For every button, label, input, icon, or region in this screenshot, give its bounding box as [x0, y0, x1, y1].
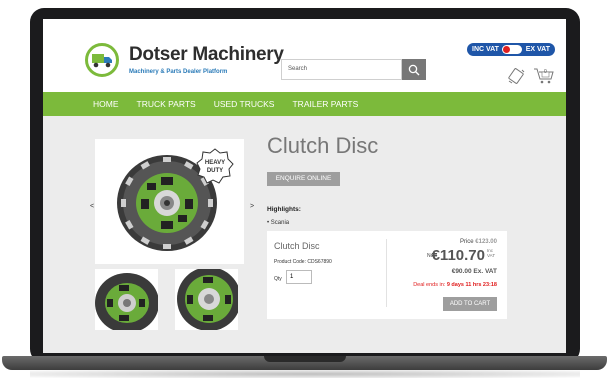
- search-input[interactable]: Search: [281, 59, 402, 80]
- product-thumbnail-2[interactable]: [175, 269, 238, 330]
- laptop-base: [2, 356, 607, 370]
- inc-vat-label: INC VAT: [472, 46, 499, 53]
- deal-countdown: Deal ends in: 9 days 11 hrs 23:18: [413, 282, 497, 288]
- product-main-image[interactable]: HEAVY DUTY: [95, 139, 244, 264]
- ex-vat-label: EX VAT: [525, 46, 550, 53]
- product-thumbnail-1[interactable]: [95, 269, 158, 330]
- purchase-panel: Clutch Disc Product Code: CDS67890 Qty 1…: [267, 231, 507, 319]
- gallery-prev-arrow[interactable]: <: [90, 203, 94, 210]
- site-header: Dotser Machinery Machinery & Parts Deale…: [43, 19, 566, 92]
- purchase-product-name: Clutch Disc: [274, 241, 320, 251]
- search-icon: [408, 64, 420, 75]
- brand-name[interactable]: Dotser Machinery: [129, 44, 284, 66]
- svg-text:HEAVY: HEAVY: [205, 160, 225, 166]
- search-button[interactable]: [402, 59, 426, 80]
- now-price: €110.70: [431, 247, 485, 264]
- gallery-next-arrow[interactable]: >: [250, 203, 254, 210]
- laptop-frame: Dotser Machinery Machinery & Parts Deale…: [0, 0, 609, 382]
- nav-item-trailer-parts[interactable]: TRAILER PARTS: [292, 99, 358, 109]
- laptop-shadow: [30, 370, 580, 378]
- quantity-input[interactable]: 1: [286, 270, 312, 284]
- enquire-online-button[interactable]: ENQUIRE ONLINE: [267, 172, 340, 186]
- ex-vat-price: €90.00 Ex. VAT: [451, 268, 497, 275]
- product-code: Product Code: CDS67890: [274, 259, 332, 265]
- svg-text:DUTY: DUTY: [207, 168, 223, 174]
- was-price-label: Price: [459, 239, 474, 245]
- truck-icon[interactable]: [85, 43, 119, 77]
- nav-item-home[interactable]: HOME: [93, 99, 119, 109]
- was-price: Price €123.00: [460, 239, 497, 245]
- highlight-item: • Scania: [267, 220, 290, 226]
- cart-count: 0: [544, 69, 547, 75]
- qty-label: Qty: [274, 276, 282, 282]
- deal-time: 9 days 11 hrs 23:18: [446, 282, 497, 288]
- cart-icon[interactable]: 0: [533, 66, 555, 86]
- add-to-cart-button[interactable]: ADD TO CART: [443, 297, 497, 311]
- deal-label: Deal ends in:: [413, 282, 446, 288]
- laptop-notch: [264, 356, 346, 362]
- vat-switch[interactable]: [502, 45, 523, 54]
- was-price-value: €123.00: [475, 239, 497, 245]
- compare-icon[interactable]: [506, 66, 526, 86]
- main-nav: HOME TRUCK PARTS USED TRUCKS TRAILER PAR…: [43, 92, 566, 116]
- brand-tagline: Machinery & Parts Dealer Platform: [129, 69, 228, 75]
- vat-toggle[interactable]: INC VAT EX VAT: [467, 43, 555, 56]
- inc-vat-note: Inc VAT: [487, 248, 496, 258]
- product-title: Clutch Disc: [267, 133, 379, 158]
- nav-item-truck-parts[interactable]: TRUCK PARTS: [137, 99, 196, 109]
- laptop-screen: Dotser Machinery Machinery & Parts Deale…: [43, 19, 566, 353]
- highlights-heading: Highlights:: [267, 206, 301, 213]
- nav-item-used-trucks[interactable]: USED TRUCKS: [214, 99, 275, 109]
- panel-divider: [386, 239, 387, 307]
